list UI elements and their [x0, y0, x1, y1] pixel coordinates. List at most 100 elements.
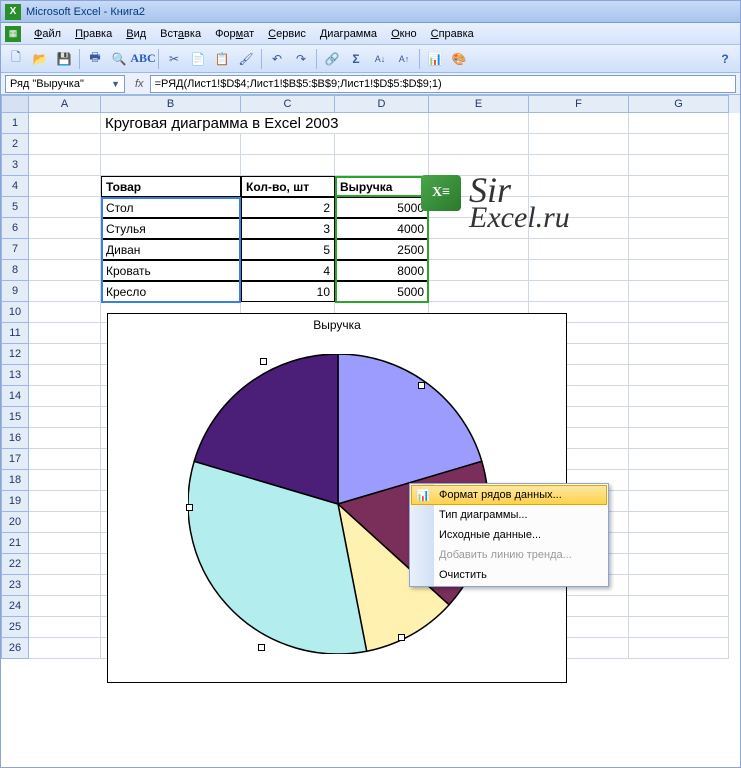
menu-window[interactable]: Окно [384, 26, 424, 42]
row-header-22[interactable]: 22 [1, 554, 29, 575]
cell-A22[interactable] [29, 554, 101, 575]
cell-C2[interactable] [241, 134, 335, 155]
col-header-B[interactable]: B [101, 95, 241, 113]
row-header-21[interactable]: 21 [1, 533, 29, 554]
cell-C5[interactable]: 2 [241, 197, 335, 218]
cell-B3[interactable] [101, 155, 241, 176]
cell-D2[interactable] [335, 134, 429, 155]
cell-F9[interactable] [529, 281, 629, 302]
row-header-7[interactable]: 7 [1, 239, 29, 260]
autosum-button[interactable]: Σ [345, 48, 367, 70]
cell-G6[interactable] [629, 218, 729, 239]
formula-input[interactable]: =РЯД(Лист1!$D$4;Лист1!$B$5:$B$9;Лист1!$D… [150, 75, 736, 93]
cell-A5[interactable] [29, 197, 101, 218]
row-header-17[interactable]: 17 [1, 449, 29, 470]
cell-A21[interactable] [29, 533, 101, 554]
cell-A12[interactable] [29, 344, 101, 365]
redo-button[interactable]: ↷ [290, 48, 312, 70]
row-header-18[interactable]: 18 [1, 470, 29, 491]
fx-label[interactable]: fx [135, 78, 144, 90]
cell-G13[interactable] [629, 365, 729, 386]
row-header-5[interactable]: 5 [1, 197, 29, 218]
cell-A19[interactable] [29, 491, 101, 512]
cell-A6[interactable] [29, 218, 101, 239]
cell-D8[interactable]: 8000 [335, 260, 429, 281]
cell-C9[interactable]: 10 [241, 281, 335, 302]
cell-A13[interactable] [29, 365, 101, 386]
cell-A23[interactable] [29, 575, 101, 596]
cell-E8[interactable] [429, 260, 529, 281]
row-header-14[interactable]: 14 [1, 386, 29, 407]
row-header-11[interactable]: 11 [1, 323, 29, 344]
save-button[interactable]: 💾 [53, 48, 75, 70]
cell-A2[interactable] [29, 134, 101, 155]
col-header-D[interactable]: D [335, 95, 429, 113]
row-header-26[interactable]: 26 [1, 638, 29, 659]
cell-G4[interactable] [629, 176, 729, 197]
cell-D6[interactable]: 4000 [335, 218, 429, 239]
cell-C7[interactable]: 5 [241, 239, 335, 260]
cell-A25[interactable] [29, 617, 101, 638]
cell-E2[interactable] [429, 134, 529, 155]
hyperlink-button[interactable]: 🔗 [321, 48, 343, 70]
cell-A18[interactable] [29, 470, 101, 491]
col-header-G[interactable]: G [629, 95, 729, 113]
cell-G24[interactable] [629, 596, 729, 617]
col-header-F[interactable]: F [529, 95, 629, 113]
row-header-4[interactable]: 4 [1, 176, 29, 197]
cell-G21[interactable] [629, 533, 729, 554]
ctx-source-data[interactable]: Исходные данные... [411, 525, 607, 545]
menu-file[interactable]: Файл [27, 26, 68, 42]
ctx-format-series[interactable]: 📊 Формат рядов данных... [411, 485, 607, 505]
cell-A1[interactable] [29, 113, 101, 134]
cell-D3[interactable] [335, 155, 429, 176]
row-header-15[interactable]: 15 [1, 407, 29, 428]
chart-handle[interactable] [186, 504, 193, 511]
row-header-16[interactable]: 16 [1, 428, 29, 449]
paste-button[interactable]: 📋 [211, 48, 233, 70]
cell-C3[interactable] [241, 155, 335, 176]
cell-A7[interactable] [29, 239, 101, 260]
name-box-dropdown-icon[interactable]: ▼ [111, 79, 120, 89]
cell-A3[interactable] [29, 155, 101, 176]
sort-asc-button[interactable]: A↓ [369, 48, 391, 70]
cell-G8[interactable] [629, 260, 729, 281]
chart-handle[interactable] [258, 644, 265, 651]
row-header-8[interactable]: 8 [1, 260, 29, 281]
cell-D9[interactable]: 5000 [335, 281, 429, 302]
ctx-chart-type[interactable]: Тип диаграммы... [411, 505, 607, 525]
chart-handle[interactable] [398, 634, 405, 641]
cell-G2[interactable] [629, 134, 729, 155]
row-header-1[interactable]: 1 [1, 113, 29, 134]
cell-G15[interactable] [629, 407, 729, 428]
cell-E1[interactable] [429, 113, 529, 134]
cell-A9[interactable] [29, 281, 101, 302]
drawing-toolbar-button[interactable]: 🎨 [448, 48, 470, 70]
cell-F8[interactable] [529, 260, 629, 281]
cell-G22[interactable] [629, 554, 729, 575]
open-button[interactable]: 📂 [29, 48, 51, 70]
row-header-19[interactable]: 19 [1, 491, 29, 512]
format-painter-button[interactable]: 🖌 [235, 48, 257, 70]
undo-button[interactable]: ↶ [266, 48, 288, 70]
cell-G19[interactable] [629, 491, 729, 512]
cell-A11[interactable] [29, 323, 101, 344]
spellcheck-button[interactable]: ABC [132, 48, 154, 70]
cell-F2[interactable] [529, 134, 629, 155]
cell-B7[interactable]: Диван [101, 239, 241, 260]
row-header-24[interactable]: 24 [1, 596, 29, 617]
cell-F1[interactable] [529, 113, 629, 134]
cell-A16[interactable] [29, 428, 101, 449]
cell-B8[interactable]: Кровать [101, 260, 241, 281]
cut-button[interactable]: ✂ [163, 48, 185, 70]
row-header-9[interactable]: 9 [1, 281, 29, 302]
cell-B2[interactable] [101, 134, 241, 155]
row-header-10[interactable]: 10 [1, 302, 29, 323]
cell-A24[interactable] [29, 596, 101, 617]
cell-G11[interactable] [629, 323, 729, 344]
cell-G7[interactable] [629, 239, 729, 260]
cell-G5[interactable] [629, 197, 729, 218]
cell-C8[interactable]: 4 [241, 260, 335, 281]
cell-G10[interactable] [629, 302, 729, 323]
row-header-6[interactable]: 6 [1, 218, 29, 239]
